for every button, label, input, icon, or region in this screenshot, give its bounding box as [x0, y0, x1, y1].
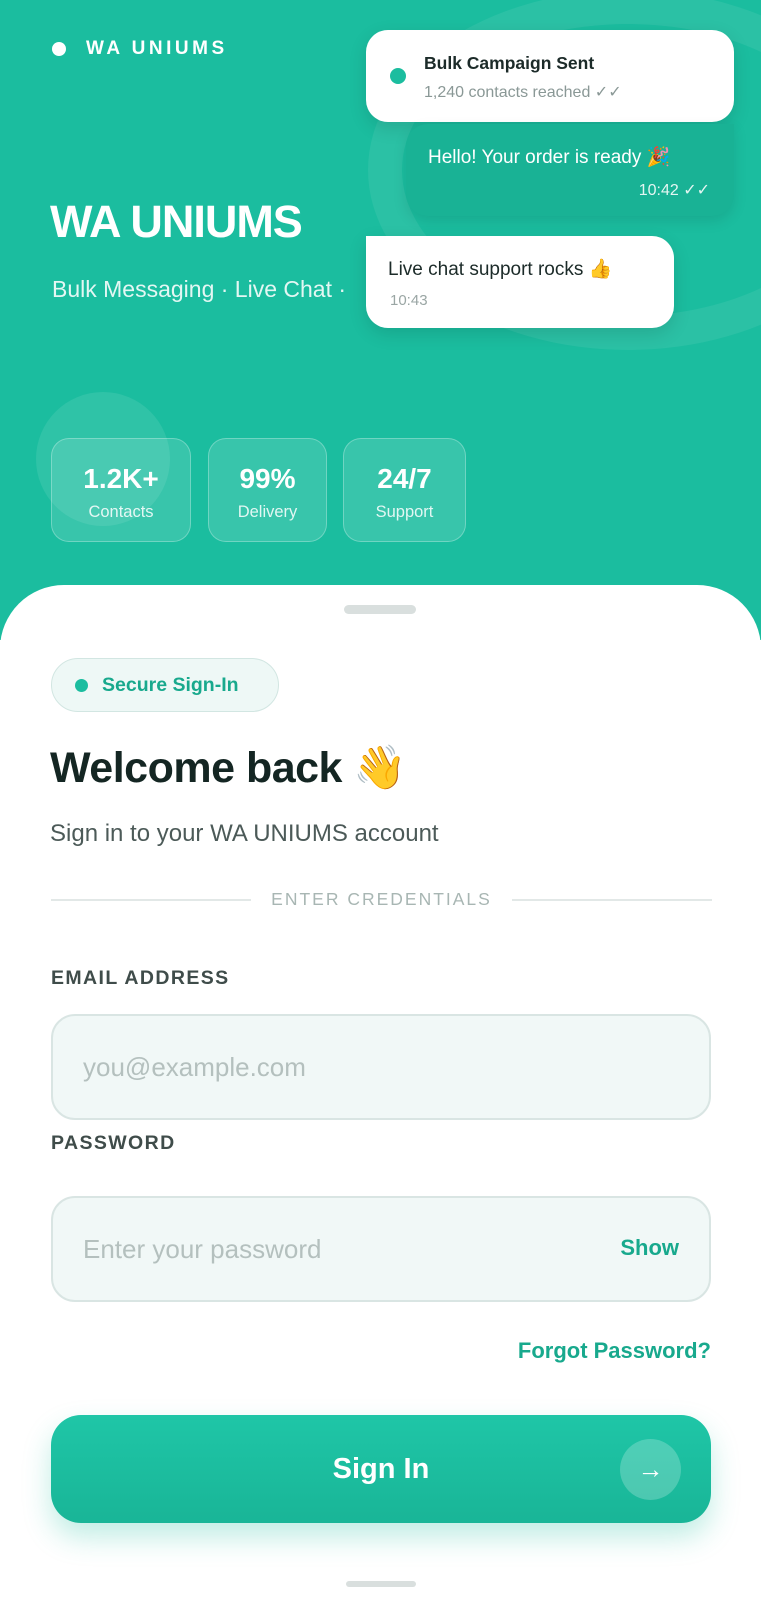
stat-card-support: 24/7 Support	[343, 438, 466, 542]
secure-sign-in-badge: Secure Sign-In	[51, 658, 279, 712]
badge-label: Secure Sign-In	[102, 673, 239, 696]
outgoing-message-time: 10:42 ✓✓	[638, 182, 710, 199]
hero-subtitle: Bulk Messaging · Live Chat ·	[52, 276, 347, 302]
incoming-message-text: Live chat support rocks 👍	[388, 259, 613, 280]
hero-banner: WA UNIUMS WA UNIUMS Bulk Messaging · Liv…	[0, 0, 761, 640]
sheet-drag-handle[interactable]	[344, 605, 416, 614]
password-label: PASSWORD	[51, 1132, 176, 1154]
sign-in-sheet: Secure Sign-In Welcome back 👋 Sign in to…	[0, 585, 761, 1600]
stat-value: 99%	[239, 463, 296, 494]
stat-label: Delivery	[237, 503, 298, 521]
campaign-title: Bulk Campaign Sent	[424, 53, 595, 73]
stat-card-delivery: 99% Delivery	[208, 438, 327, 542]
stat-card-contacts: 1.2K+ Contacts	[51, 438, 191, 542]
stat-value: 1.2K+	[83, 463, 159, 494]
stat-label: Contacts	[88, 503, 154, 521]
email-label: EMAIL ADDRESS	[51, 967, 230, 989]
credentials-divider: ENTER CREDENTIALS	[51, 887, 712, 913]
campaign-notification-bubble: Bulk Campaign Sent 1,240 contacts reache…	[366, 30, 734, 122]
sign-in-label: Sign In	[332, 1453, 430, 1485]
password-input[interactable]	[83, 1198, 583, 1300]
home-indicator	[346, 1581, 416, 1587]
welcome-subtitle: Sign in to your WA UNIUMS account	[50, 820, 439, 847]
forgot-password-link[interactable]: Forgot Password?	[518, 1338, 711, 1364]
arrow-right-icon: →	[620, 1439, 681, 1500]
outgoing-message-bubble: Hello! Your order is ready 🎉 10:42 ✓✓	[406, 124, 734, 216]
status-dot-icon	[390, 68, 406, 84]
password-field-container: Show	[51, 1196, 711, 1302]
brand-label: WA UNIUMS	[86, 38, 228, 59]
show-password-button[interactable]: Show	[620, 1235, 679, 1261]
stat-label: Support	[375, 503, 434, 521]
brand-dot-icon	[52, 42, 66, 56]
email-field-container	[51, 1014, 711, 1120]
sign-in-button[interactable]: Sign In →	[51, 1415, 711, 1523]
brand-header: WA UNIUMS	[52, 38, 228, 60]
incoming-message-bubble: Live chat support rocks 👍 10:43	[366, 236, 674, 328]
hero-title: WA UNIUMS	[50, 196, 303, 247]
welcome-title: Welcome back 👋	[50, 744, 407, 792]
divider-line	[512, 899, 712, 901]
campaign-subtitle: 1,240 contacts reached ✓✓	[424, 84, 622, 101]
incoming-message-time: 10:43	[390, 292, 428, 309]
stat-value: 24/7	[377, 463, 432, 494]
outgoing-message-text: Hello! Your order is ready 🎉	[428, 147, 671, 168]
email-input[interactable]	[83, 1016, 583, 1118]
badge-dot-icon	[75, 678, 88, 692]
